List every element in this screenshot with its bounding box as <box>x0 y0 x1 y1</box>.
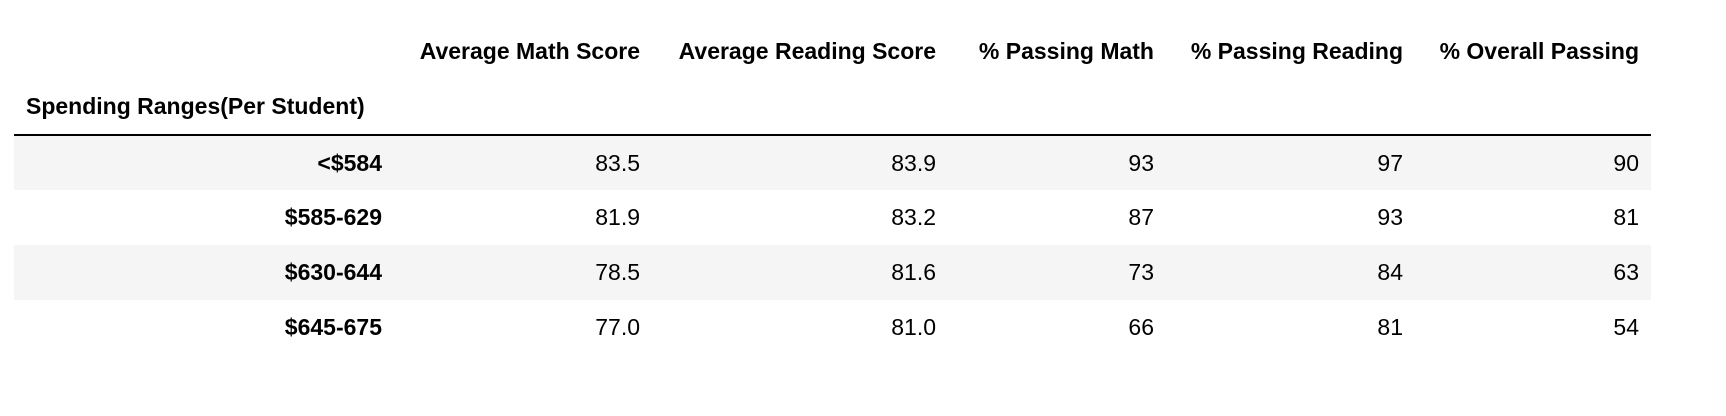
table-cell: 63 <box>1613 259 1639 285</box>
table-cell: 83.2 <box>891 204 936 230</box>
column-header-average-math-score: Average Math Score <box>419 38 640 64</box>
row-label: $630-644 <box>284 259 382 285</box>
table-row: <$584 83.5 83.9 93 97 90 <box>14 135 1651 190</box>
blank-header-cell <box>948 79 1166 135</box>
table-body: <$584 83.5 83.9 93 97 90 $585-629 81.9 8… <box>14 135 1651 355</box>
table-cell: 90 <box>1613 149 1639 176</box>
blank-header-cell <box>394 79 652 135</box>
column-header-percent-passing-reading: % Passing Reading <box>1190 38 1403 64</box>
table-cell: 87 <box>1128 204 1154 230</box>
table-cell: 81 <box>1377 314 1403 340</box>
row-label: $645-675 <box>284 314 382 340</box>
blank-header-cell <box>652 79 948 135</box>
table-cell: 81.9 <box>595 204 640 230</box>
index-header-row: Spending Ranges(Per Student) <box>14 79 1651 135</box>
table-cell: 83.9 <box>891 149 936 176</box>
column-header-row: Average Math Score Average Reading Score… <box>14 24 1651 79</box>
table-cell: 81 <box>1613 204 1639 230</box>
table-row: $645-675 77.0 81.0 66 81 54 <box>14 300 1651 355</box>
column-header-percent-passing-math: % Passing Math <box>978 38 1154 64</box>
table-row: $585-629 81.9 83.2 87 93 81 <box>14 190 1651 245</box>
table-cell: 73 <box>1128 259 1154 285</box>
table-cell: 84 <box>1377 259 1403 285</box>
table-cell: 81.0 <box>891 314 936 340</box>
row-label: $585-629 <box>284 204 382 230</box>
column-header-percent-overall-passing: % Overall Passing <box>1439 38 1639 64</box>
table-header: Average Math Score Average Reading Score… <box>14 24 1651 135</box>
table-cell: 78.5 <box>595 259 640 285</box>
table-cell: 81.6 <box>891 259 936 285</box>
column-header-average-reading-score: Average Reading Score <box>678 38 936 64</box>
table-cell: 93 <box>1377 204 1403 230</box>
table-cell: 93 <box>1128 149 1154 176</box>
blank-header-cell <box>14 24 394 79</box>
table-row: $630-644 78.5 81.6 73 84 63 <box>14 245 1651 300</box>
table-cell: 54 <box>1613 314 1639 340</box>
spending-summary-table: Average Math Score Average Reading Score… <box>14 24 1651 355</box>
table-cell: 77.0 <box>595 314 640 340</box>
table-cell: 83.5 <box>595 149 640 176</box>
blank-header-cell <box>1166 79 1415 135</box>
blank-header-cell <box>1415 79 1651 135</box>
row-label: <$584 <box>317 149 382 176</box>
table-cell: 97 <box>1377 149 1403 176</box>
table-cell: 66 <box>1128 314 1154 340</box>
index-name-header: Spending Ranges(Per Student) <box>26 93 365 119</box>
